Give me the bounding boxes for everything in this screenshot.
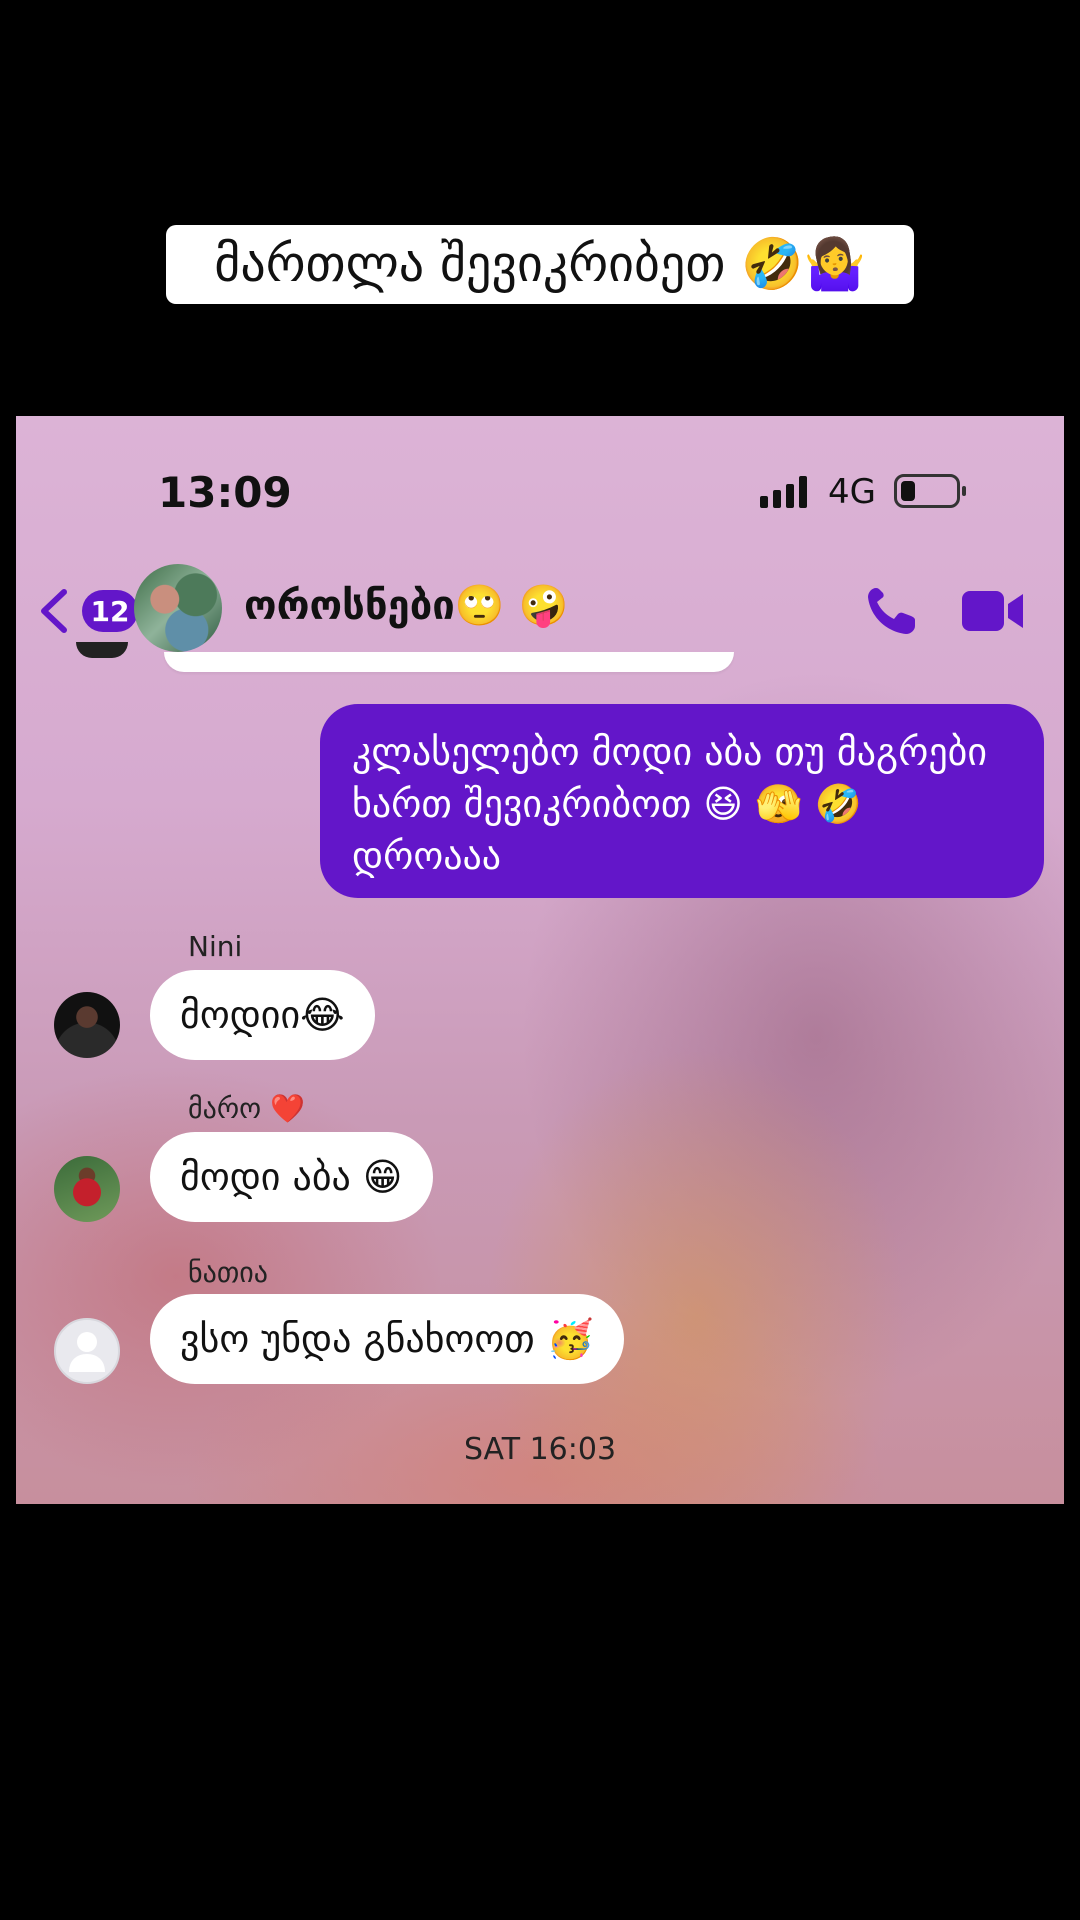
battery-icon	[894, 474, 966, 508]
back-button[interactable]: 12	[36, 586, 138, 636]
avatar[interactable]	[54, 1318, 120, 1384]
incoming-message-bubble[interactable]: ვსო უნდა გნახოოთ 🥳	[150, 1294, 625, 1384]
video-camera-icon[interactable]	[960, 586, 1026, 636]
group-title[interactable]: ოროსნები🙄 🤪	[244, 582, 568, 629]
signal-icon	[760, 476, 807, 508]
incoming-message-bubble[interactable]: მოდი აბა 😁	[150, 1132, 433, 1222]
chat-screenshot: 13:09 4G 12 ოროსნები🙄 🤪 კლასელებო მოდი ა…	[16, 416, 1064, 1504]
avatar[interactable]	[54, 1156, 120, 1222]
chat-header: 12 ოროსნები🙄 🤪	[16, 556, 1064, 666]
default-user-icon	[69, 1332, 105, 1372]
avatar	[76, 642, 128, 658]
status-time: 13:09	[158, 468, 292, 517]
phone-icon[interactable]	[862, 584, 922, 640]
outgoing-message-bubble[interactable]: კლასელებო მოდი აბა თუ მაგრები ხართ შევიკ…	[320, 704, 1044, 898]
group-avatar[interactable]	[134, 564, 222, 652]
sender-name: ნათია	[188, 1256, 268, 1289]
chevron-left-icon	[41, 589, 67, 633]
network-type: 4G	[828, 472, 876, 512]
avatar[interactable]	[54, 992, 120, 1058]
sender-name: მარო ❤️	[188, 1092, 305, 1125]
sender-name: Nini	[188, 930, 243, 963]
message-timestamp: SAT 16:03	[463, 1432, 617, 1467]
incoming-message-bubble[interactable]: მოდიი😂	[150, 970, 375, 1060]
video-caption: მართლა შევიკრიბეთ 🤣🤷‍♀️	[166, 225, 914, 304]
unread-count-badge: 12	[82, 590, 138, 632]
message-bubble-partial	[164, 652, 734, 672]
